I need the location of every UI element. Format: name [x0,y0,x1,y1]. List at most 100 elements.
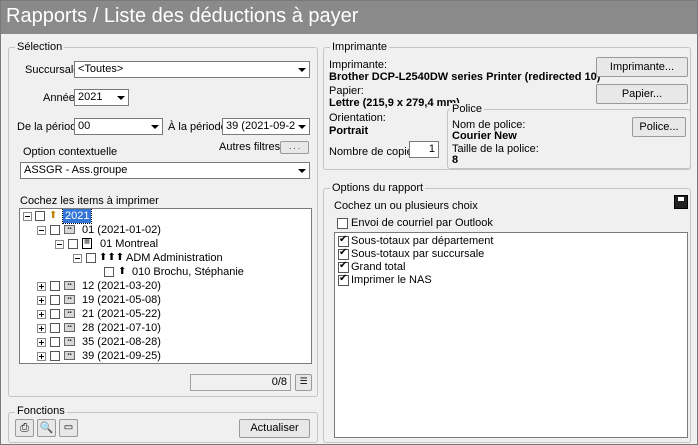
police-taille-value: 8 [452,154,459,166]
police-nom-value: Courier New [452,130,517,142]
autres-filtres-button[interactable]: . . . [280,141,309,154]
list-options-icon[interactable]: ☰ [295,374,312,391]
annee-label: Année [43,92,75,104]
option-checkbox-succ[interactable] [338,247,349,260]
tree-row-period[interactable]: ▪▪ 28 (2021-07-10) [20,321,311,335]
tree-item-label: ADM Administration [126,252,223,264]
option-label: Imprimer le NAS [351,274,432,286]
option-label: Sous-totaux par département [351,235,494,247]
courriel-checkbox[interactable] [337,218,348,229]
tree-checkbox[interactable] [50,295,60,305]
chevron-down-icon[interactable] [114,90,128,105]
tree-item-label: 12 (2021-03-20) [82,280,161,292]
expand-icon[interactable] [37,296,46,305]
tree-row-period[interactable]: ▪▪ 21 (2021-05-22) [20,307,311,321]
option-label: Grand total [351,261,406,273]
a-la-periode-label: À la période [168,121,227,133]
police-button[interactable]: Police... [632,117,686,137]
tree-row-period[interactable]: ▪▪ 19 (2021-05-08) [20,293,311,307]
tree-checkbox[interactable] [68,239,78,249]
cochez-label: Cochez un ou plusieurs choix [334,200,478,212]
de-la-periode-value: 00 [78,120,91,132]
imprimante-legend: Imprimante [330,41,390,53]
copies-label: Nombre de copies: [329,146,422,158]
calendar-icon: ▪▪ [64,225,75,234]
print-icon[interactable]: ⎙ [15,419,34,437]
police-taille-label: Taille de la police: [452,143,539,155]
export-icon[interactable]: ▭ [59,419,78,437]
tree-checkbox[interactable] [35,211,45,221]
collapse-icon[interactable] [73,254,82,263]
expand-icon[interactable] [37,324,46,333]
tree-item-label: 01 (2021-01-02) [82,224,161,236]
succursale-value: <Toutes> [78,63,124,75]
tree-row-period[interactable]: ▪▪ 35 (2021-08-28) [20,335,311,349]
annee-value: 2021 [78,91,103,103]
a-la-periode-select[interactable]: 39 (2021-09-25) [222,118,310,135]
tree-checkbox[interactable] [50,281,60,291]
tree-row-period[interactable]: ▪▪ 12 (2021-03-20) [20,279,311,293]
tree-row-branch[interactable]: ▦ 01 Montreal [20,237,311,251]
chevron-down-icon[interactable] [148,119,162,134]
option-checkbox-total[interactable] [338,260,349,273]
tree-checkbox[interactable] [50,225,60,235]
de-la-periode-label: De la période [17,121,83,133]
expand-icon[interactable] [37,338,46,347]
items-tree[interactable]: ⬆ 2021 ▪▪ 01 (2021-01-02) ▦ 01 Montreal … [19,208,312,364]
succursale-label: Succursale [25,64,80,76]
chevron-down-icon[interactable] [295,62,309,77]
chevron-down-icon[interactable] [295,163,309,178]
tree-row-period[interactable]: ▪▪ 39 (2021-09-25) [20,349,311,363]
orientation-label: Orientation: [329,112,386,124]
collapse-icon[interactable] [37,226,46,235]
de-la-periode-select[interactable]: 00 [74,118,163,135]
tree-row-department[interactable]: ⬆⬆⬆ ADM Administration [20,251,311,265]
copies-input[interactable]: 1 [409,141,439,158]
tree-item-label: 2021 [61,209,93,224]
imprimante-value: Brother DCP-L2540DW series Printer (redi… [329,71,601,83]
person-icon: ⬆ [118,266,127,277]
tree-item-label: 28 (2021-07-10) [82,322,161,334]
option-checkbox-dept[interactable] [338,234,349,247]
tree-label: Cochez les items à imprimer [20,195,159,207]
succursale-select[interactable]: <Toutes> [74,61,310,78]
selection-counter: 0/8 [190,374,291,391]
papier-button[interactable]: Papier... [596,84,688,104]
tree-checkbox[interactable] [50,323,60,333]
collapse-icon[interactable] [23,212,32,221]
calendar-icon: ▪▪ [64,281,75,290]
imprimante-button[interactable]: Imprimante... [596,57,688,77]
save-icon[interactable] [674,195,688,209]
calendar-icon: ▪▪ [64,323,75,332]
expand-icon[interactable] [37,282,46,291]
option-contextuelle-label: Option contextuelle [23,146,118,158]
tree-item-label: 35 (2021-08-28) [82,336,161,348]
preview-icon[interactable]: 🔍 [37,419,56,437]
chevron-down-icon[interactable] [295,119,309,134]
expand-icon[interactable] [37,310,46,319]
collapse-icon[interactable] [55,240,64,249]
options-list[interactable]: Sous-totaux par département Sous-totaux … [334,232,688,438]
tree-checkbox[interactable] [86,253,96,263]
option-checkbox-nas[interactable] [338,273,349,286]
option-contextuelle-select[interactable]: ASSGR - Ass.groupe [20,162,310,179]
window-title: Rapports / Liste des déductions à payer [6,5,359,27]
fonctions-legend: Fonctions [15,405,67,417]
tree-row-2021[interactable]: ⬆ 2021 [20,209,311,224]
tree-checkbox[interactable] [50,337,60,347]
courriel-label: Envoi de courriel par Outlook [351,217,493,229]
expand-icon[interactable] [37,352,46,361]
selection-legend: Sélection [15,41,65,53]
tree-checkbox[interactable] [50,309,60,319]
actualiser-button[interactable]: Actualiser [239,419,310,438]
tree-checkbox[interactable] [50,351,60,361]
police-legend: Police [450,103,484,115]
option-contextuelle-value: ASSGR - Ass.groupe [24,164,128,176]
orientation-value: Portrait [329,125,369,137]
tree-checkbox[interactable] [104,267,114,277]
papier-value: Lettre (215,9 x 279,4 mm) [329,97,460,109]
report-window: Rapports / Liste des déductions à payer … [0,0,698,445]
annee-select[interactable]: 2021 [74,89,129,106]
tree-row-period[interactable]: ▪▪ 01 (2021-01-02) [20,223,311,237]
tree-row-employee[interactable]: ⬆ 010 Brochu, Stéphanie [20,265,311,279]
